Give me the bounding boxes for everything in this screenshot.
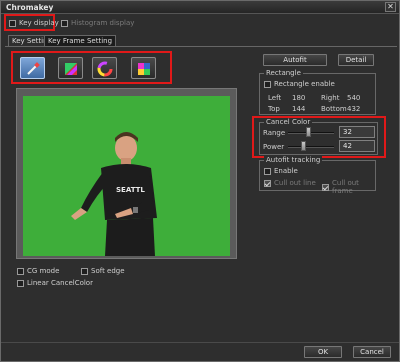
color-square-tool-button[interactable] xyxy=(131,57,156,79)
cg-mode-label: CG mode xyxy=(27,267,60,275)
soft-edge-box[interactable] xyxy=(81,267,88,275)
cancel-color-legend: Cancel Color xyxy=(264,118,313,126)
chromakey-window: Chromakey ✕ Key display Histogram displa… xyxy=(0,0,400,362)
tab-divider xyxy=(5,46,397,47)
cull-out-line-box[interactable] xyxy=(264,179,271,187)
chromakey-preview[interactable]: SEATTLE xyxy=(23,96,230,256)
left-value: 180 xyxy=(292,94,306,102)
cull-out-frame-box[interactable] xyxy=(322,183,329,191)
range-value-field[interactable]: 32 xyxy=(339,126,375,138)
key-display-box[interactable] xyxy=(9,19,16,27)
left-label: Left xyxy=(268,94,282,102)
linear-cancel-color-label: Linear CancelColor xyxy=(27,279,93,287)
rectangle-legend: Rectangle xyxy=(264,69,303,77)
close-icon[interactable]: ✕ xyxy=(385,2,396,12)
histogram-display-checkbox[interactable]: Histogram display xyxy=(61,19,134,27)
soft-edge-label: Soft edge xyxy=(91,267,125,275)
autofit-enable-label: Enable xyxy=(274,167,298,175)
cull-out-line-label: Cull out line xyxy=(274,179,316,187)
soft-edge-checkbox[interactable]: Soft edge xyxy=(81,267,125,275)
autofit-tracking-group: Autofit tracking Enable Cull out line Cu… xyxy=(259,156,376,195)
linear-cancel-color-box[interactable] xyxy=(17,279,24,287)
top-label: Top xyxy=(268,105,280,113)
cull-out-frame-checkbox[interactable]: Cull out frame xyxy=(322,179,375,195)
cull-out-frame-label: Cull out frame xyxy=(332,179,359,195)
eyedropper-tool-button[interactable] xyxy=(20,57,45,79)
range-label: Range xyxy=(263,129,286,137)
detail-button[interactable]: Detail xyxy=(338,54,374,66)
bottom-label: Bottom xyxy=(321,105,347,113)
key-display-label: Key display xyxy=(19,19,59,27)
hue-ring-icon xyxy=(97,61,113,77)
rectangle-enable-checkbox[interactable]: Rectangle enable xyxy=(264,80,335,88)
autofit-enable-box[interactable] xyxy=(264,167,271,175)
color-wheel-tool-button[interactable] xyxy=(58,57,83,79)
hue-ring-tool-button[interactable] xyxy=(92,57,117,79)
range-slider-thumb[interactable] xyxy=(306,127,312,137)
rectangle-enable-box[interactable] xyxy=(264,80,271,88)
tab-key-frame-setting[interactable]: Key Frame Setting xyxy=(44,35,117,46)
eyedropper-icon xyxy=(27,62,40,75)
autofit-tracking-legend: Autofit tracking xyxy=(264,156,323,164)
color-square-icon xyxy=(138,63,150,75)
right-label: Right xyxy=(321,94,340,102)
power-slider-thumb[interactable] xyxy=(301,141,307,151)
histogram-display-box[interactable] xyxy=(61,19,68,27)
ok-button[interactable]: OK xyxy=(304,346,342,358)
cull-out-line-checkbox[interactable]: Cull out line xyxy=(264,179,316,187)
bottom-value: 432 xyxy=(347,105,361,113)
cg-mode-box[interactable] xyxy=(17,267,24,275)
power-label: Power xyxy=(263,143,285,151)
rectangle-group: Rectangle Rectangle enable Left 180 Righ… xyxy=(259,69,376,115)
window-title: Chromakey xyxy=(6,3,54,12)
top-value: 144 xyxy=(292,105,306,113)
person-image: SEATTLE xyxy=(23,96,230,256)
right-value: 540 xyxy=(347,94,361,102)
power-slider-track[interactable] xyxy=(288,146,334,148)
cancel-button[interactable]: Cancel xyxy=(353,346,391,358)
cancel-color-group: Cancel Color Range 32 Power 42 xyxy=(259,118,378,155)
rectangle-enable-label: Rectangle enable xyxy=(274,80,335,88)
histogram-display-label: Histogram display xyxy=(71,19,135,27)
power-value-field[interactable]: 42 xyxy=(339,140,375,152)
autofit-button[interactable]: Autofit xyxy=(263,54,327,66)
autofit-enable-checkbox[interactable]: Enable xyxy=(264,167,298,175)
footer-divider xyxy=(1,342,399,343)
color-wheel-icon xyxy=(65,63,77,75)
linear-cancel-color-checkbox[interactable]: Linear CancelColor xyxy=(17,279,93,287)
key-display-checkbox[interactable]: Key display xyxy=(9,19,59,27)
cg-mode-checkbox[interactable]: CG mode xyxy=(17,267,59,275)
title-bar: Chromakey ✕ xyxy=(1,1,399,14)
